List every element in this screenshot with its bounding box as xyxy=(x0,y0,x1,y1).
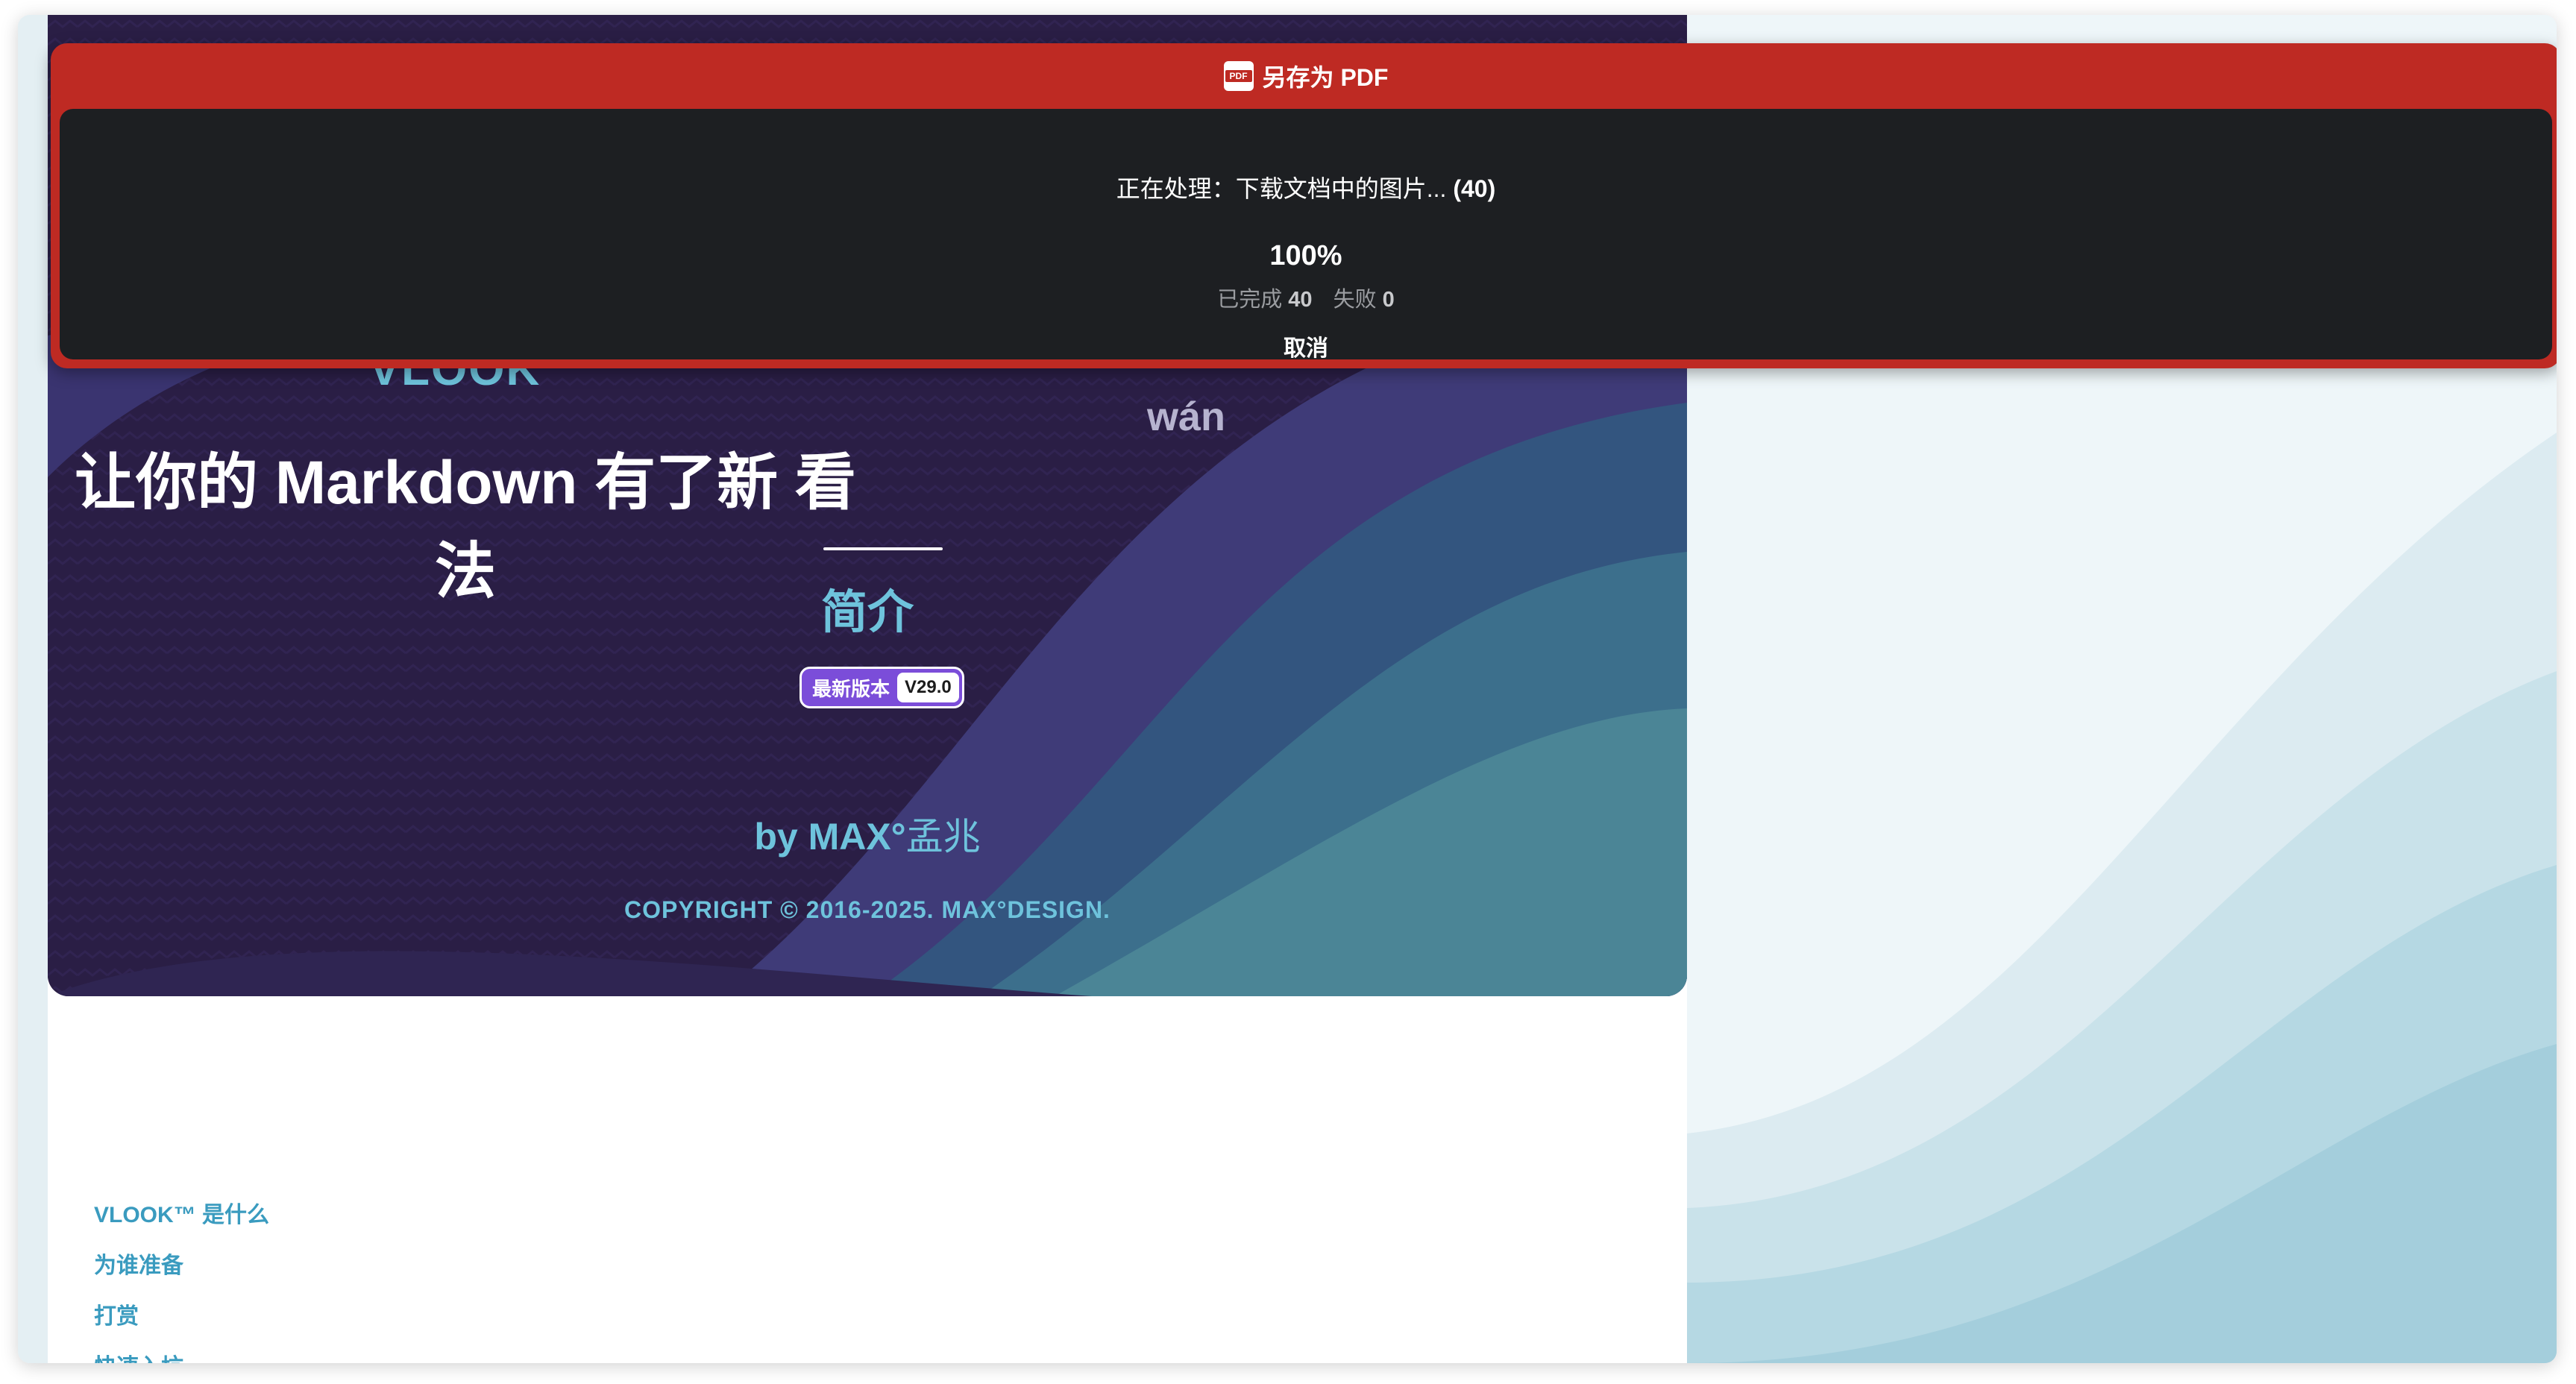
table-of-contents: VLOOK™ 是什么 为谁准备 打赏 快速入坑 xyxy=(94,1199,269,1363)
cover-subtitle: 简介 xyxy=(820,587,914,638)
save-as-pdf-dialog: PDF 另存为 PDF 正在处理：下载文档中的图片... (40) 100% 已… xyxy=(51,43,2557,368)
author-name: MAX° xyxy=(808,816,906,858)
author-name-cn: 孟兆 xyxy=(905,816,981,858)
dialog-body: 正在处理：下载文档中的图片... (40) 100% 已完成 40 失败 0 取消 xyxy=(60,109,2552,361)
toc-item[interactable]: 快速入坑 xyxy=(94,1351,269,1363)
progress-percent: 100% xyxy=(1269,240,1342,271)
app-window: VLOOK™ 让你的 Markdown 有了新 看 法 wán 简介 最新版本 … xyxy=(18,15,2557,1363)
status-count: (40) xyxy=(1453,175,1496,202)
toc-item[interactable]: 为谁准备 xyxy=(94,1250,269,1300)
pdf-icon: PDF xyxy=(1223,61,1254,91)
toc-item[interactable]: 打赏 xyxy=(94,1300,269,1351)
processing-status: 正在处理：下载文档中的图片... (40) xyxy=(1116,175,1496,202)
title-divider xyxy=(823,547,943,550)
author-byline: by MAX°孟兆 xyxy=(754,816,981,858)
toc-item[interactable]: VLOOK™ 是什么 xyxy=(94,1199,269,1250)
copyright-text: COPYRIGHT © 2016-2025. MAX°DESIGN. xyxy=(624,896,1110,923)
cancel-button[interactable]: 取消 xyxy=(1272,330,1339,361)
progress-counts: 已完成 40 失败 0 xyxy=(1217,288,1395,312)
version-badge[interactable]: 最新版本 V29.0 xyxy=(799,667,964,708)
failed-count: 0 xyxy=(1382,288,1395,312)
version-badge-label: 最新版本 xyxy=(812,677,890,700)
version-badge-value: V29.0 xyxy=(897,673,959,702)
dialog-title: 另存为 PDF xyxy=(1262,64,1389,91)
dialog-header: PDF 另存为 PDF xyxy=(51,43,2557,109)
completed-count: 40 xyxy=(1288,288,1313,312)
pinyin-annotation: wán xyxy=(1147,394,1226,439)
